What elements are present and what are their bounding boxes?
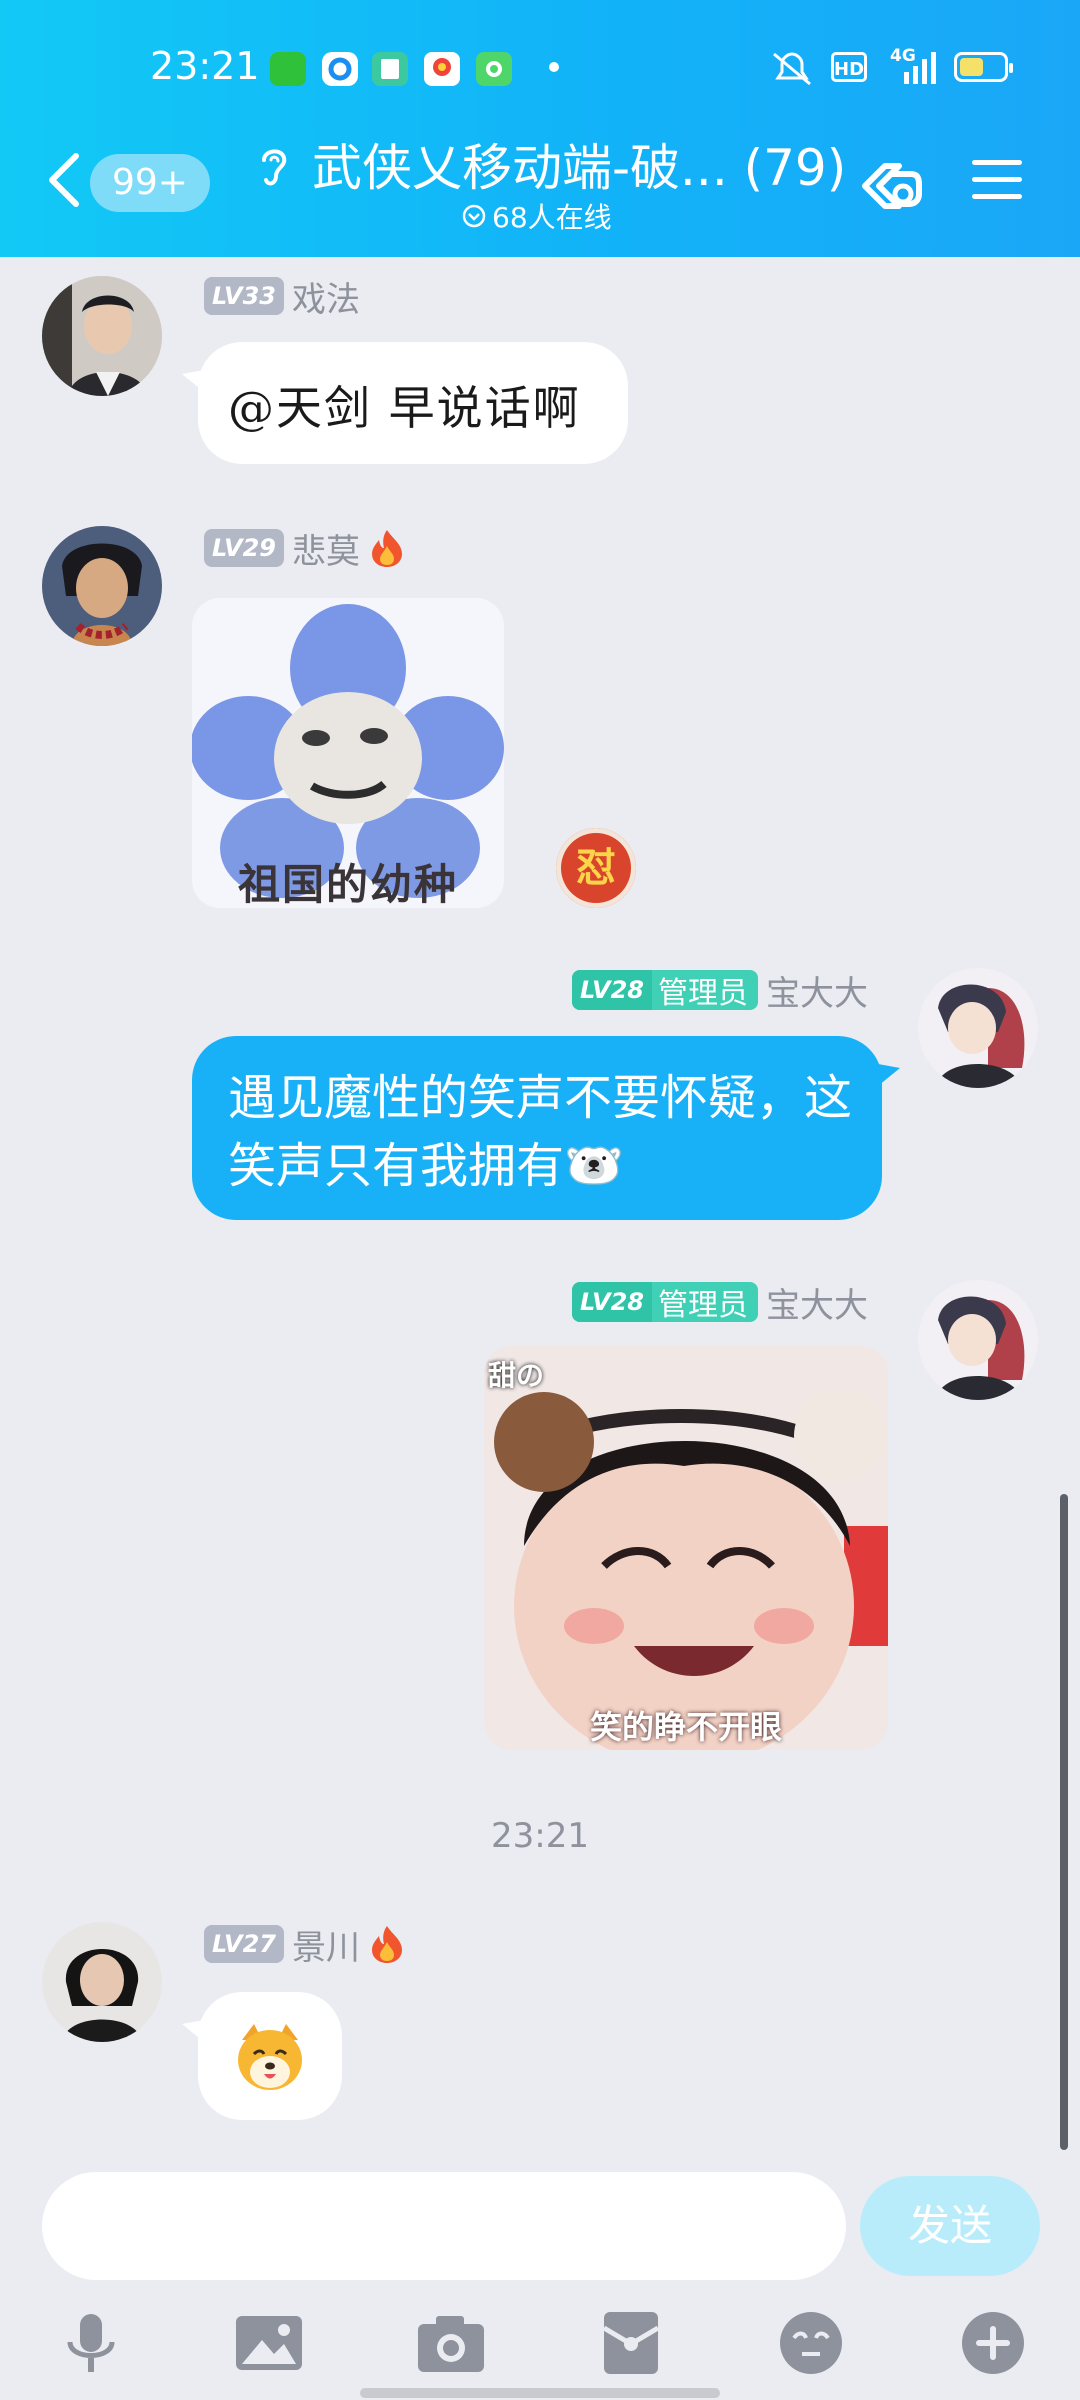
avatar[interactable]: [42, 1922, 162, 2042]
admin-badge: LV28 管理员: [572, 970, 758, 1010]
sticker-caption: 祖国的幼种: [237, 860, 458, 908]
reaction-badge[interactable]: 怼: [556, 828, 636, 908]
camera-app-icon: [476, 52, 512, 86]
online-count-label: 68人在线: [492, 201, 612, 234]
iqiyi-app-icon: [270, 52, 306, 86]
level-badge: LV29: [204, 529, 284, 567]
sender-name[interactable]: 悲莫: [292, 524, 360, 573]
chevron-left-icon[interactable]: [44, 150, 84, 210]
group-title[interactable]: 武侠乂移动端-破... (79): [312, 128, 846, 200]
online-check-icon: [462, 204, 486, 228]
sender-name[interactable]: 宝大大: [766, 966, 868, 1015]
home-indicator: [360, 2388, 720, 2398]
avatar[interactable]: [918, 1280, 1038, 1400]
bubble-tail: [182, 2020, 204, 2042]
level-badge: LV33: [204, 277, 284, 315]
sender-row: LV28 管理员 宝大大: [572, 970, 868, 1014]
admin-badge: LV28 管理员: [572, 1282, 758, 1322]
image-icon[interactable]: [234, 2310, 304, 2376]
fire-icon: [371, 1926, 402, 1963]
message-input[interactable]: [42, 2172, 846, 2280]
sticker-image[interactable]: 甜の 笑的睁不开眼: [484, 1346, 888, 1750]
red-packet-icon[interactable]: [596, 2310, 666, 2376]
level-badge: LV28: [572, 970, 652, 1010]
scrollbar[interactable]: [1060, 1494, 1068, 2150]
book-app-icon: [372, 52, 408, 86]
status-time: 23:21: [150, 44, 260, 88]
avatar[interactable]: [42, 276, 162, 396]
message-timestamp: 23:21: [491, 1816, 589, 1856]
hd-icon: HD: [831, 52, 867, 82]
notification-dot-icon: [549, 62, 559, 72]
battery-level: [960, 58, 983, 76]
sender-name[interactable]: 宝大大: [766, 1278, 868, 1327]
bubble-tail: [182, 370, 204, 392]
message-text: 遇见魔性的笑声不要怀疑，这笑声只有我拥有🐻‍❄️: [228, 1070, 853, 1194]
level-badge: LV27: [204, 1925, 284, 1963]
chat-header: 23:21 HD 4G 99+ 武侠乂移动端-破... (79) 68人在线: [0, 0, 1080, 257]
sender-row: LV27 景川: [204, 1924, 406, 1968]
sticker-top-text: 甜の: [488, 1359, 545, 1392]
microphone-icon[interactable]: [56, 2310, 126, 2376]
mute-icon: [773, 52, 811, 86]
camera-icon[interactable]: [416, 2310, 486, 2376]
role-label: 管理员: [658, 976, 748, 1010]
ear-icon[interactable]: [256, 144, 290, 190]
bubble-tail: [878, 1064, 900, 1086]
level-badge: LV28: [572, 1282, 652, 1322]
circle-app-icon: [322, 52, 358, 86]
fire-icon: [371, 530, 402, 567]
dog-emoji-icon: [238, 2024, 302, 2090]
sender-name[interactable]: 戏法: [292, 272, 360, 321]
link-icon[interactable]: [855, 150, 925, 220]
online-count[interactable]: 68人在线: [462, 196, 612, 236]
sender-row: LV28 管理员 宝大大: [572, 1282, 868, 1326]
sticker-caption: 笑的睁不开眼: [589, 1708, 782, 1746]
battery-icon: [954, 52, 1013, 82]
unread-count-badge[interactable]: 99+: [90, 154, 210, 212]
baby-sticker-graphic: [484, 1346, 888, 1750]
sender-name[interactable]: 景川: [292, 1920, 360, 1969]
chat-screen: 23:21 HD 4G 99+ 武侠乂移动端-破... (79) 68人在线 L…: [0, 0, 1080, 2400]
avatar[interactable]: [42, 526, 162, 646]
plus-icon[interactable]: [958, 2310, 1028, 2376]
avatar[interactable]: [918, 968, 1038, 1088]
signal-icon: [904, 52, 936, 84]
emoji-icon[interactable]: [776, 2310, 846, 2376]
menu-icon[interactable]: [970, 156, 1024, 204]
message-bubble[interactable]: [198, 1992, 342, 2120]
video-app-icon: [424, 52, 460, 86]
send-button[interactable]: 发送: [860, 2176, 1040, 2276]
message-text: @天剑 早说话啊: [228, 381, 581, 435]
role-label: 管理员: [658, 1288, 748, 1322]
sticker-image[interactable]: 祖国的幼种: [192, 598, 504, 908]
sender-row: LV29 悲莫: [204, 528, 406, 572]
sender-row: LV33 戏法: [204, 276, 360, 320]
